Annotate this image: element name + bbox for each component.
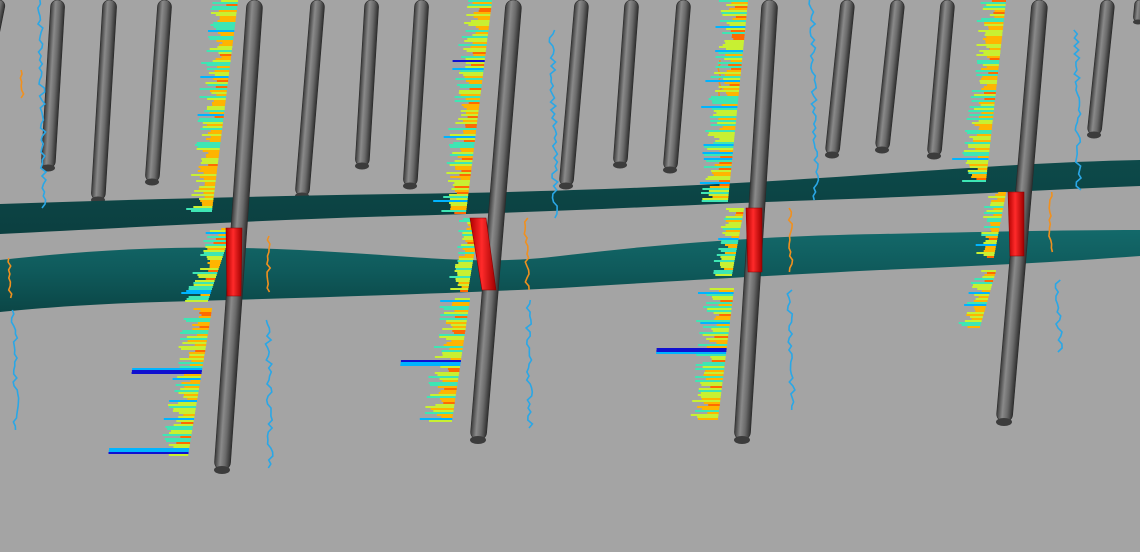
well-cap: [875, 146, 889, 154]
well-cap: [470, 436, 486, 444]
well-2-curve-log-blue-2: [524, 299, 534, 429]
background-well-12[interactable]: [875, 0, 905, 154]
background-well-2[interactable]: [41, 0, 65, 172]
well-1-log-track-3[interactable]: [108, 308, 213, 456]
well-cap: [1087, 131, 1101, 139]
background-well-14[interactable]: [1087, 0, 1115, 139]
well-cap: [996, 418, 1012, 426]
well-cap: [214, 466, 230, 474]
well-4-log-track-3[interactable]: [958, 270, 996, 328]
background-well-1[interactable]: [0, 0, 6, 43]
well-cap: [825, 151, 839, 159]
background-well-3[interactable]: [91, 0, 117, 204]
well-1-curve-log-blue-1: [36, 0, 48, 209]
horizon-surface-lower[interactable]: [0, 230, 1140, 312]
background-well-4[interactable]: [145, 0, 172, 186]
background-well-13[interactable]: [927, 0, 955, 160]
well-cap: [145, 178, 159, 186]
well-2-curve-log-blue-1: [548, 29, 559, 219]
well-4-log-track-1[interactable]: [952, 0, 1006, 182]
well-cap: [927, 152, 941, 160]
well-2-log-track-1[interactable]: [433, 0, 492, 214]
well-1-curve-log-orange-1: [19, 69, 25, 99]
background-well-5[interactable]: [295, 0, 325, 200]
background-well-11[interactable]: [825, 0, 855, 159]
background-well-10[interactable]: [663, 0, 691, 174]
well-3-reservoir-marker[interactable]: [745, 207, 763, 273]
well-1-reservoir-marker[interactable]: [225, 227, 243, 297]
well-2-log-track-3[interactable]: [400, 298, 470, 422]
background-well-9[interactable]: [613, 0, 639, 169]
background-well-6[interactable]: [355, 0, 379, 170]
well-cap: [734, 436, 750, 444]
well-4-reservoir-marker[interactable]: [1007, 191, 1025, 257]
well-3-log-track-3[interactable]: [656, 288, 734, 420]
well-3-log-track-1[interactable]: [699, 0, 748, 202]
well-3-curve-log-blue-2: [786, 289, 796, 411]
well-1-log-track-1[interactable]: [186, 0, 238, 212]
well-cap: [1133, 19, 1140, 25]
background-well-7[interactable]: [403, 0, 429, 190]
3d-well-viewport[interactable]: [0, 0, 1140, 552]
well-3-curve-log-blue-1: [808, 0, 820, 201]
well-cap: [403, 182, 417, 190]
well-cap: [663, 166, 677, 174]
well-cap: [559, 182, 573, 190]
background-well-15[interactable]: [1133, 0, 1140, 25]
background-well-8[interactable]: [559, 0, 589, 190]
well-cap: [613, 161, 627, 169]
well-cap: [355, 162, 369, 170]
well-1-curve-log-blue-2: [10, 309, 20, 431]
well-1-curve-log-blue-3: [264, 319, 274, 469]
well-4-curve-log-blue-2: [1054, 279, 1063, 353]
